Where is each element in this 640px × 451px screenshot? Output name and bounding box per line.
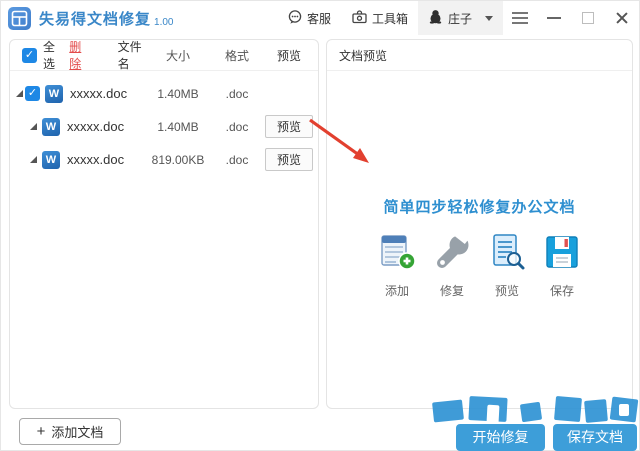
file-format: .doc: [225, 119, 249, 134]
file-size: 1.40MB: [157, 86, 199, 101]
save-document-button[interactable]: 保存文档: [553, 424, 637, 451]
step-label: 修复: [439, 284, 464, 298]
toolbox-icon: [351, 9, 368, 28]
penguin-avatar-icon: [428, 9, 443, 27]
preview-panel-title: 文档预览: [339, 48, 388, 63]
document-magnifier-icon: [488, 233, 526, 276]
user-menu[interactable]: 庄子: [417, 1, 503, 35]
step-label: 预览: [494, 284, 519, 298]
file-list-panel: 全选 删除 文件名 大小 格式 预览 xxxxx.doc 1.40MB .doc: [9, 39, 319, 409]
minimize-button[interactable]: [537, 1, 571, 35]
file-size: 819.00KB: [151, 152, 205, 167]
document-preview-panel: 文档预览 简单四步轻松修复办公文档 添加 修复 预览 保存: [326, 39, 633, 409]
steps-row: 添加 修复 预览 保存: [327, 227, 632, 299]
floppy-disk-icon: [543, 233, 581, 276]
preview-placeholder: 简单四步轻松修复办公文档 添加 修复 预览 保存: [327, 196, 632, 299]
toolbox-label: 工具箱: [371, 11, 408, 26]
app-version: 1.00: [154, 16, 174, 28]
add-table-icon: [378, 233, 416, 276]
close-button[interactable]: [605, 1, 639, 35]
size-column-header: 大小: [165, 48, 190, 63]
app-title: 失易得文档修复: [39, 10, 152, 28]
app-window: 失易得文档修复 1.00 客服 工具箱 庄子 ✓ 全选 删除 文件名 大小 格式…: [0, 0, 640, 451]
file-name: xxxxx.doc: [67, 119, 125, 134]
file-format: .doc: [225, 86, 249, 101]
preview-column-header: 预览: [276, 48, 301, 63]
watermark-fragments: [429, 395, 640, 427]
word-doc-icon: [42, 117, 60, 136]
preview-button[interactable]: 预览: [264, 148, 313, 171]
table-row[interactable]: xxxxx.doc 1.40MB .doc: [10, 77, 318, 110]
file-size: 1.40MB: [157, 119, 199, 134]
preview-button[interactable]: 预览: [264, 115, 313, 138]
close-icon: [615, 11, 629, 25]
file-format: .doc: [225, 152, 249, 167]
table-row[interactable]: xxxxx.doc 1.40MB .doc 预览: [10, 110, 318, 143]
word-doc-icon: [42, 150, 60, 169]
step-preview: 预览: [486, 233, 528, 299]
titlebar: 失易得文档修复 1.00 客服 工具箱 庄子: [1, 1, 639, 35]
word-doc-icon: [45, 84, 63, 103]
username: 庄子: [447, 11, 472, 26]
caret-down-icon[interactable]: [485, 15, 493, 21]
tree-expand-icon[interactable]: [30, 123, 37, 130]
start-repair-button[interactable]: 开始修复: [456, 424, 545, 451]
row-checkbox[interactable]: [25, 86, 40, 101]
steps-headline: 简单四步轻松修复办公文档: [383, 199, 576, 216]
tree-expand-icon[interactable]: [30, 156, 37, 163]
plus-icon: +: [36, 423, 46, 440]
speech-bubble-icon: [287, 9, 303, 28]
minimize-icon: [547, 17, 561, 19]
step-label: 添加: [384, 284, 409, 298]
format-column-header: 格式: [224, 48, 249, 63]
step-add: 添加: [376, 233, 418, 299]
support-button[interactable]: 客服: [277, 1, 341, 35]
maximize-button[interactable]: [571, 1, 605, 35]
delete-link[interactable]: 删除: [69, 38, 85, 72]
add-document-label: 添加文档: [51, 425, 104, 440]
step-save: 保存: [541, 233, 583, 299]
step-label: 保存: [549, 284, 574, 298]
app-logo-icon: [8, 6, 31, 30]
toolbox-button[interactable]: 工具箱: [341, 1, 418, 35]
hamburger-icon: [512, 17, 528, 19]
add-document-button[interactable]: + 添加文档: [19, 418, 121, 445]
file-rows: xxxxx.doc 1.40MB .doc xxxxx.doc 1.40MB .…: [10, 71, 318, 176]
select-all-checkbox[interactable]: [22, 47, 37, 63]
support-label: 客服: [306, 11, 331, 26]
tree-expand-icon[interactable]: [16, 90, 23, 97]
select-all-label[interactable]: 全选: [43, 38, 59, 72]
file-name: xxxxx.doc: [70, 86, 128, 101]
file-list-header: 全选 删除 文件名 大小 格式 预览: [10, 40, 318, 71]
file-name: xxxxx.doc: [67, 152, 125, 167]
filename-column-header: 文件名: [117, 40, 142, 71]
maximize-icon: [582, 12, 594, 24]
step-repair: 修复: [431, 227, 473, 299]
table-row[interactable]: xxxxx.doc 819.00KB .doc 预览: [10, 143, 318, 176]
wrench-icon: [433, 227, 472, 276]
menu-button[interactable]: [503, 1, 537, 35]
